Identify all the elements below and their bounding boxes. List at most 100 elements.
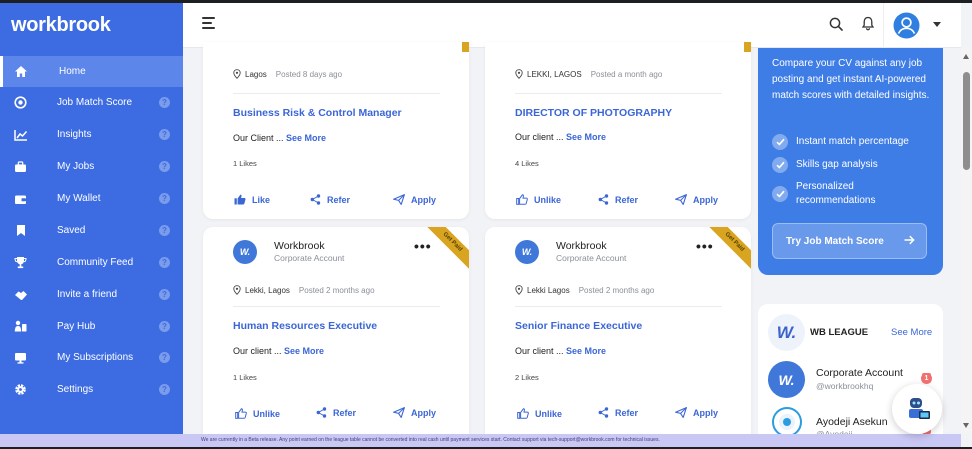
- page-scrollbar[interactable]: [961, 48, 972, 434]
- job-title[interactable]: DIRECTOR OF PHOTOGRAPHY: [515, 107, 672, 119]
- refer-button[interactable]: Refer: [598, 194, 638, 205]
- refer-button[interactable]: Refer: [598, 407, 638, 418]
- briefcase-icon: [13, 159, 28, 174]
- brand-logo[interactable]: workbrook: [11, 14, 111, 37]
- more-options-icon[interactable]: •••: [414, 238, 432, 254]
- sidebar-item-settings[interactable]: Settings ?: [0, 374, 183, 405]
- help-icon[interactable]: ?: [159, 289, 170, 300]
- thumbs-up-outline-icon: [516, 194, 528, 205]
- assistant-button[interactable]: [892, 384, 942, 434]
- avatar[interactable]: [772, 407, 802, 437]
- sidebar-item-community-feed[interactable]: Community Feed ?: [0, 247, 183, 278]
- avatar[interactable]: W.: [768, 361, 805, 398]
- help-icon[interactable]: ?: [159, 321, 170, 332]
- refer-button[interactable]: Refer: [310, 194, 350, 205]
- help-icon[interactable]: ?: [159, 97, 170, 108]
- robot-assistant-icon: [909, 398, 930, 419]
- job-location: LEKKI, LAGOS Posted a month ago: [515, 69, 662, 79]
- job-location: Lekki, Lagos Posted 2 months ago: [233, 285, 375, 295]
- sidebar-item-job-match-score[interactable]: Job Match Score ?: [0, 87, 183, 118]
- like-button[interactable]: Like: [234, 194, 270, 205]
- check-icon: [772, 134, 788, 150]
- job-match-promo: Compare your CV against any job posting …: [758, 48, 943, 275]
- apply-button[interactable]: Apply: [675, 194, 718, 205]
- job-title[interactable]: Human Resources Executive: [233, 320, 377, 332]
- location-pin-icon: [515, 285, 523, 295]
- sidebar-item-label: Saved: [57, 225, 86, 236]
- scrollbar-thumb[interactable]: [963, 72, 970, 170]
- league-see-more-link[interactable]: See More: [891, 327, 932, 338]
- sidebar-item-saved[interactable]: Saved ?: [0, 215, 183, 246]
- see-more-link[interactable]: See More: [566, 132, 606, 142]
- user-avatar-icon[interactable]: [893, 12, 920, 39]
- sidebar-item-my-wallet[interactable]: My Wallet ?: [0, 183, 183, 214]
- job-title[interactable]: Senior Finance Executive: [515, 320, 642, 332]
- refer-button[interactable]: Refer: [316, 407, 356, 418]
- sidebar-item-label: My Jobs: [57, 161, 95, 172]
- help-icon[interactable]: ?: [159, 257, 170, 268]
- gear-icon: [13, 382, 28, 397]
- scroll-down-icon[interactable]: [963, 423, 969, 428]
- job-card[interactable]: Lagos Posted 8 days ago Business Risk & …: [203, 42, 469, 219]
- see-more-link[interactable]: See More: [566, 346, 606, 356]
- likes-count: 2 Likes: [515, 373, 539, 382]
- sidebar-item-my-subscriptions[interactable]: My Subscriptions ?: [0, 342, 183, 373]
- job-description: Our client ... See More: [233, 346, 325, 356]
- league-entry-handle: @workbrookhq: [816, 381, 874, 391]
- promo-feature: Personalized recommendations: [796, 181, 876, 206]
- bookmark-icon: [13, 223, 28, 238]
- pay-icon: [13, 319, 28, 334]
- help-icon[interactable]: ?: [159, 225, 170, 236]
- thumbs-up-outline-icon: [517, 408, 529, 419]
- try-job-match-button[interactable]: Try Job Match Score: [772, 223, 927, 259]
- apply-button[interactable]: Apply: [675, 407, 718, 418]
- job-description: Our Client ... See More: [233, 133, 327, 143]
- help-icon[interactable]: ?: [159, 129, 170, 140]
- help-icon[interactable]: ?: [159, 193, 170, 204]
- sidebar-item-label: Insights: [57, 129, 92, 140]
- bell-icon[interactable]: [862, 16, 874, 31]
- search-icon[interactable]: [829, 17, 843, 31]
- job-location: Lekki Lagos Posted 2 months ago: [515, 285, 654, 295]
- sidebar-item-insights[interactable]: Insights ?: [0, 119, 183, 150]
- company-logo: W.: [515, 240, 539, 264]
- chevron-down-icon[interactable]: [933, 22, 941, 27]
- job-card[interactable]: Get Paid W. Workbrook Corporate Account …: [203, 227, 469, 447]
- apply-button[interactable]: Apply: [393, 407, 436, 418]
- check-icon: [772, 157, 788, 173]
- job-title[interactable]: Business Risk & Control Manager: [233, 107, 402, 119]
- sidebar-item-invite-a-friend[interactable]: Invite a friend ?: [0, 279, 183, 310]
- league-entry-name[interactable]: Corporate Account: [816, 367, 903, 379]
- see-more-link[interactable]: See More: [284, 346, 324, 356]
- active-indicator: [0, 56, 3, 87]
- company-name[interactable]: Workbrook: [274, 240, 325, 252]
- apply-button[interactable]: Apply: [393, 194, 436, 205]
- posted-time: Posted 2 months ago: [578, 285, 655, 295]
- notification-badge: 1: [921, 373, 932, 384]
- help-icon[interactable]: ?: [159, 352, 170, 363]
- likes-count: 1 Likes: [233, 159, 257, 168]
- help-icon[interactable]: ?: [159, 161, 170, 172]
- ribbon-fragment: [744, 42, 751, 52]
- scroll-up-icon[interactable]: [963, 54, 969, 59]
- company-name[interactable]: Workbrook: [556, 240, 607, 252]
- arrow-right-icon: [904, 235, 915, 245]
- send-icon: [393, 194, 405, 205]
- unlike-button[interactable]: Unlike: [516, 194, 561, 205]
- more-options-icon[interactable]: •••: [696, 238, 714, 254]
- trophy-icon: [13, 255, 28, 270]
- sidebar-item-my-jobs[interactable]: My Jobs ?: [0, 151, 183, 182]
- job-card[interactable]: Get Paid W. Workbrook Corporate Account …: [485, 227, 751, 447]
- sidebar-item-home[interactable]: Home: [0, 56, 183, 87]
- help-icon[interactable]: ?: [159, 384, 170, 395]
- see-more-link[interactable]: See More: [286, 133, 326, 143]
- likes-count: 4 Likes: [515, 159, 539, 168]
- sidebar-item-label: Community Feed: [57, 257, 134, 268]
- unlike-button[interactable]: Unlike: [235, 408, 280, 419]
- menu-icon[interactable]: [202, 17, 216, 29]
- unlike-button[interactable]: Unlike: [517, 408, 562, 419]
- league-entry-name[interactable]: Ayodeji Asekun: [816, 416, 888, 428]
- window-frame-top: [0, 0, 972, 3]
- job-card[interactable]: LEKKI, LAGOS Posted a month ago DIRECTOR…: [485, 42, 751, 219]
- sidebar-item-pay-hub[interactable]: Pay Hub ?: [0, 311, 183, 342]
